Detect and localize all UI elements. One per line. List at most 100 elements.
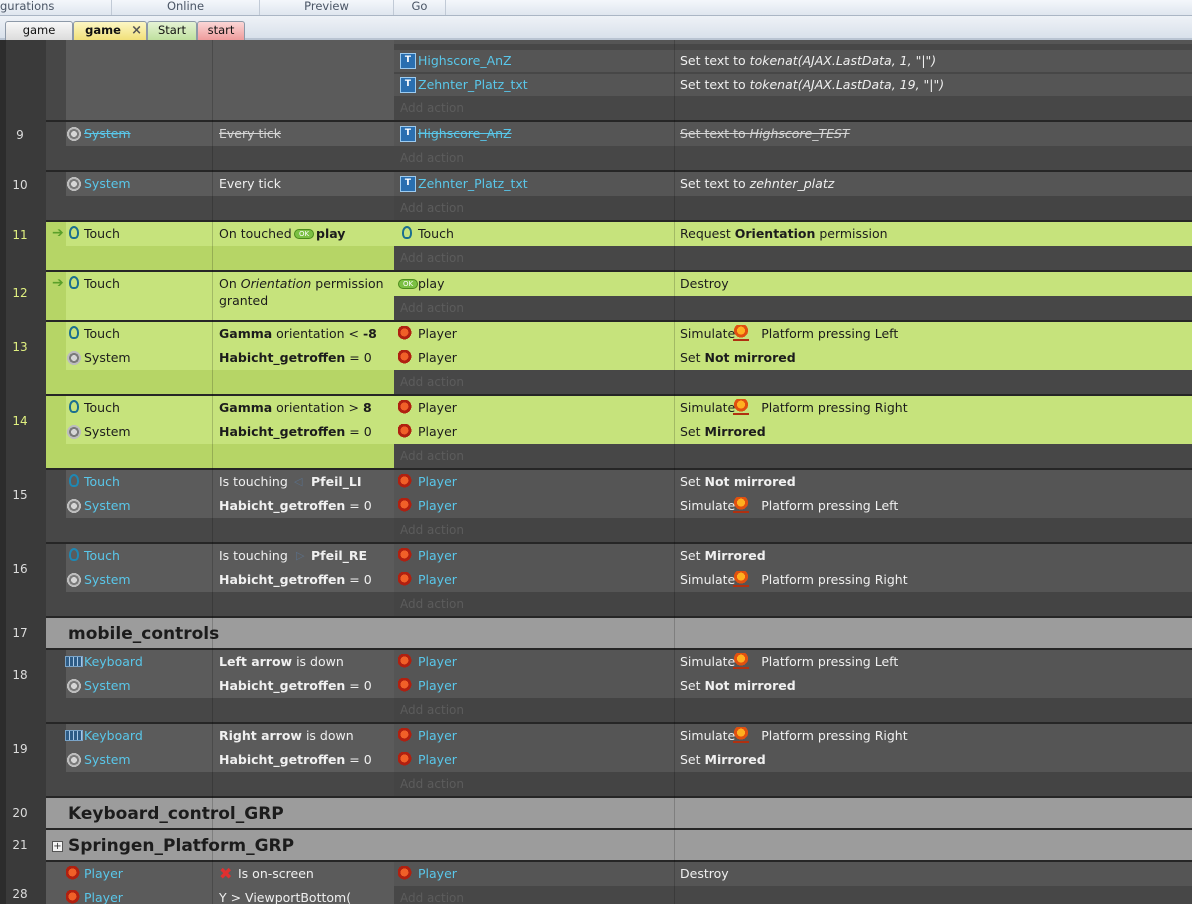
- condition-row[interactable]: System Habicht_getroffen = 0: [66, 748, 394, 772]
- add-action-link[interactable]: Add action: [400, 251, 464, 265]
- action-row[interactable]: T Highscore_AnZ Set text to Highscore_TE…: [394, 122, 1192, 146]
- action-row[interactable]: T Zehnter_Platz_txt Set text to zehnter_…: [394, 172, 1192, 196]
- add-action-link[interactable]: Add action: [400, 151, 464, 165]
- action-row[interactable]: Player Set Mirrored: [394, 420, 1192, 444]
- condition-object[interactable]: System: [84, 126, 131, 142]
- condition-text[interactable]: Habicht_getroffen = 0: [219, 424, 372, 440]
- action-row[interactable]: OK play Destroy: [394, 272, 1192, 296]
- condition-text[interactable]: Right arrow is down: [219, 728, 354, 744]
- action-text[interactable]: Destroy: [680, 866, 729, 882]
- action-row[interactable]: Player Simulate Platform pressing Left: [394, 322, 1192, 346]
- condition-text[interactable]: Habicht_getroffen = 0: [219, 350, 372, 366]
- condition-text[interactable]: On touched: [219, 226, 292, 242]
- action-row[interactable]: Player Simulate Platform pressing Left: [394, 650, 1192, 674]
- action-object[interactable]: Player: [418, 678, 457, 694]
- action-row[interactable]: Player Destroy: [394, 862, 1192, 886]
- condition-target[interactable]: Pfeil_LI: [311, 474, 362, 490]
- condition-text[interactable]: Gamma orientation < -8: [219, 326, 377, 342]
- action-row[interactable]: T Highscore_AnZ Set text to tokenat(AJAX…: [394, 50, 1192, 72]
- action-object[interactable]: Player: [418, 572, 457, 588]
- expand-icon[interactable]: +: [52, 841, 63, 852]
- action-text[interactable]: Request Orientation permission: [680, 226, 888, 242]
- condition-object[interactable]: System: [84, 498, 131, 514]
- condition-text[interactable]: On Orientation permission: [219, 276, 384, 292]
- condition-row[interactable]: Keyboard Left arrow is down: [65, 650, 394, 674]
- condition-text[interactable]: Left arrow is down: [219, 654, 344, 670]
- action-object[interactable]: Player: [418, 350, 457, 366]
- action-row[interactable]: Player Set Not mirrored: [394, 674, 1192, 698]
- action-text[interactable]: Set text to Highscore_TEST: [680, 126, 850, 142]
- add-action-link[interactable]: Add action: [400, 201, 464, 215]
- group-header[interactable]: + Springen_Platform_GRP: [46, 830, 1192, 860]
- condition-object[interactable]: System: [84, 752, 131, 768]
- add-action-link[interactable]: Add action: [400, 523, 464, 537]
- condition-target[interactable]: play: [316, 226, 345, 242]
- condition-text[interactable]: Every tick: [219, 126, 281, 142]
- ribbon-group-preview[interactable]: Preview: [260, 0, 394, 15]
- action-object[interactable]: Highscore_AnZ: [418, 53, 512, 69]
- group-title[interactable]: Keyboard_control_GRP: [68, 804, 284, 824]
- action-object[interactable]: Player: [418, 654, 457, 670]
- action-object[interactable]: Player: [418, 326, 457, 342]
- condition-object[interactable]: Player: [84, 890, 123, 904]
- action-object[interactable]: Player: [418, 752, 457, 768]
- condition-text[interactable]: Is touching: [219, 548, 288, 564]
- condition-text[interactable]: Gamma orientation > 8: [219, 400, 372, 416]
- action-text[interactable]: Simulate Platform pressing Right: [680, 728, 908, 744]
- action-text[interactable]: Set text to zehnter_platz: [680, 176, 834, 192]
- condition-object[interactable]: Touch: [84, 400, 120, 416]
- action-text[interactable]: Simulate Platform pressing Left: [680, 654, 898, 670]
- condition-object[interactable]: Keyboard: [84, 654, 143, 670]
- condition-row[interactable]: Player Y > ViewportBottom(: [46, 886, 394, 904]
- condition-text[interactable]: Every tick: [219, 176, 281, 192]
- group-header[interactable]: Keyboard_control_GRP: [46, 798, 1192, 828]
- action-row[interactable]: Player Simulate Platform pressing Right: [394, 568, 1192, 592]
- condition-row[interactable]: System Habicht_getroffen = 0: [66, 420, 394, 444]
- condition-row[interactable]: System Habicht_getroffen = 0: [66, 494, 394, 518]
- tab-game-layout[interactable]: game: [5, 21, 73, 40]
- tab-start-events[interactable]: start: [197, 21, 245, 40]
- group-title[interactable]: mobile_controls: [68, 624, 219, 644]
- add-action-link[interactable]: Add action: [400, 375, 464, 389]
- action-object[interactable]: Player: [418, 400, 457, 416]
- condition-block[interactable]: [66, 40, 394, 120]
- group-header[interactable]: mobile_controls: [46, 618, 1192, 648]
- ribbon-group-configurations[interactable]: gurations: [0, 0, 112, 15]
- condition-row[interactable]: System Habicht_getroffen = 0: [66, 568, 394, 592]
- add-action-link[interactable]: Add action: [400, 301, 464, 315]
- action-text[interactable]: Simulate Platform pressing Left: [680, 326, 898, 342]
- condition-row[interactable]: Touch Gamma orientation < -8: [66, 322, 394, 346]
- action-text[interactable]: Set Not mirrored: [680, 678, 796, 694]
- add-action-link[interactable]: Add action: [400, 777, 464, 791]
- condition-text[interactable]: Habicht_getroffen = 0: [219, 498, 372, 514]
- action-object[interactable]: Player: [418, 498, 457, 514]
- add-action-link[interactable]: Add action: [400, 101, 464, 115]
- action-row[interactable]: Player Set Mirrored: [394, 544, 1192, 568]
- action-text[interactable]: Set Not mirrored: [680, 474, 796, 490]
- group-title[interactable]: Springen_Platform_GRP: [68, 836, 294, 856]
- condition-text[interactable]: Y > ViewportBottom(: [219, 890, 351, 904]
- condition-text-line2[interactable]: granted: [219, 293, 268, 309]
- action-text[interactable]: Set text to tokenat(AJAX.LastData, 19, "…: [680, 77, 944, 93]
- add-action-link[interactable]: Add action: [400, 891, 464, 904]
- add-action-link[interactable]: Add action: [400, 597, 464, 611]
- condition-text[interactable]: Habicht_getroffen = 0: [219, 678, 372, 694]
- close-icon[interactable]: ×: [131, 22, 142, 39]
- condition-text[interactable]: Is on-screen: [238, 866, 314, 882]
- condition-object[interactable]: System: [84, 678, 131, 694]
- condition-row[interactable]: ➔ Touch On Orientation permission grante…: [52, 272, 394, 320]
- add-action-link[interactable]: Add action: [400, 703, 464, 717]
- action-object[interactable]: Highscore_AnZ: [418, 126, 512, 142]
- action-text[interactable]: Simulate Platform pressing Left: [680, 498, 898, 514]
- condition-text[interactable]: Is touching: [219, 474, 288, 490]
- action-object[interactable]: Player: [418, 728, 457, 744]
- condition-object[interactable]: Player: [84, 866, 123, 882]
- action-object[interactable]: Touch: [418, 226, 454, 242]
- action-object[interactable]: Zehnter_Platz_txt: [418, 77, 528, 93]
- action-object[interactable]: Player: [418, 866, 457, 882]
- action-row[interactable]: Player Set Not mirrored: [394, 346, 1192, 370]
- action-row[interactable]: Player Simulate Platform pressing Right: [394, 724, 1192, 748]
- add-action-link[interactable]: Add action: [400, 449, 464, 463]
- ribbon-group-go[interactable]: Go: [394, 0, 446, 15]
- action-text[interactable]: Simulate Platform pressing Right: [680, 400, 908, 416]
